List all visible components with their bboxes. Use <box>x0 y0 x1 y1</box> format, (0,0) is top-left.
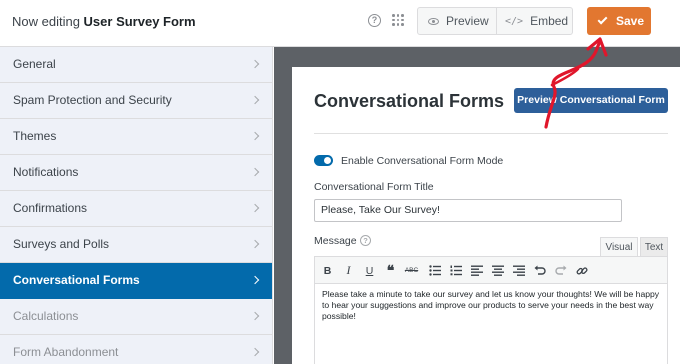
help-icon[interactable]: ? <box>368 14 381 27</box>
eye-icon <box>428 17 439 25</box>
sidebar-item-label: Themes <box>13 129 57 143</box>
undo-icon[interactable] <box>532 263 547 278</box>
embed-label: Embed <box>530 14 569 28</box>
save-label: Save <box>616 14 645 28</box>
chevron-right-icon <box>250 203 260 213</box>
sidebar-item-confirmations[interactable]: Confirmations <box>0 191 272 227</box>
bullet-list-icon[interactable] <box>427 263 442 278</box>
editing-prefix: Now editing <box>12 14 84 29</box>
sidebar-item-general[interactable]: General <box>0 47 272 83</box>
help-icon[interactable]: ? <box>360 235 371 246</box>
sidebar-item-label: Surveys and Polls <box>13 237 110 251</box>
strikethrough-icon[interactable]: ABC <box>404 263 419 278</box>
message-label: Message <box>314 235 357 247</box>
link-icon[interactable] <box>574 263 589 278</box>
tab-visual[interactable]: Visual <box>600 237 638 257</box>
numbered-list-icon[interactable] <box>448 263 463 278</box>
align-left-icon[interactable] <box>469 263 484 278</box>
chevron-right-icon <box>250 311 260 321</box>
toggle-label: Enable Conversational Form Mode <box>341 155 504 167</box>
align-center-icon[interactable] <box>490 263 505 278</box>
code-icon: </> <box>505 15 524 27</box>
sidebar-item-label: Spam Protection and Security <box>13 93 172 107</box>
sidebar-item-label: Calculations <box>13 309 79 323</box>
settings-sidebar: General Spam Protection and Security The… <box>0 47 273 364</box>
enable-conversational-toggle[interactable] <box>314 155 333 166</box>
check-icon <box>597 14 608 25</box>
preview-embed-group: Preview </> Embed <box>417 7 573 35</box>
preview-button[interactable]: Preview <box>418 8 497 34</box>
align-right-icon[interactable] <box>511 263 526 278</box>
redo-icon[interactable] <box>553 263 568 278</box>
chevron-right-icon <box>250 59 260 69</box>
annotation-arrow-icon <box>544 37 608 129</box>
italic-icon[interactable]: I <box>341 263 356 278</box>
chevron-right-icon <box>250 95 260 105</box>
blockquote-icon[interactable]: ❝ <box>383 262 398 278</box>
sidebar-item-conversational-forms[interactable]: Conversational Forms <box>0 263 272 299</box>
sidebar-item-label: Confirmations <box>13 201 88 215</box>
chevron-right-icon <box>250 239 260 249</box>
title-field-label: Conversational Form Title <box>314 181 434 193</box>
sidebar-item-themes[interactable]: Themes <box>0 119 272 155</box>
tab-text[interactable]: Text <box>640 237 668 257</box>
sidebar-item-surveys-polls[interactable]: Surveys and Polls <box>0 227 272 263</box>
sidebar-item-spam-protection[interactable]: Spam Protection and Security <box>0 83 272 119</box>
sidebar-item-label: General <box>13 57 56 71</box>
sidebar-item-calculations[interactable]: Calculations <box>0 299 272 335</box>
sidebar-item-label: Form Abandonment <box>13 345 119 359</box>
embed-button[interactable]: </> Embed <box>497 8 572 34</box>
grid-menu-icon[interactable] <box>392 14 404 26</box>
sidebar-item-form-abandonment[interactable]: Form Abandonment <box>0 335 272 364</box>
editing-title: Now editing User Survey Form <box>12 14 196 29</box>
conversational-title-input[interactable]: Please, Take Our Survey! <box>314 199 622 222</box>
sidebar-item-notifications[interactable]: Notifications <box>0 155 272 191</box>
chevron-right-icon <box>250 167 260 177</box>
editor-toolbar: B I U ❝ ABC <box>314 256 668 284</box>
chevron-right-icon <box>250 347 260 357</box>
sidebar-item-label: Notifications <box>13 165 79 179</box>
page-title: Conversational Forms <box>314 91 505 111</box>
chevron-right-icon <box>250 131 260 141</box>
chevron-right-icon <box>250 275 260 285</box>
bold-icon[interactable]: B <box>320 263 335 278</box>
underline-icon[interactable]: U <box>362 263 377 278</box>
message-editor[interactable]: Please take a minute to take our survey … <box>314 284 668 364</box>
preview-label: Preview <box>446 14 489 28</box>
save-button[interactable]: Save <box>587 7 651 35</box>
form-name: User Survey Form <box>83 14 196 29</box>
sidebar-item-label: Conversational Forms <box>13 273 140 287</box>
